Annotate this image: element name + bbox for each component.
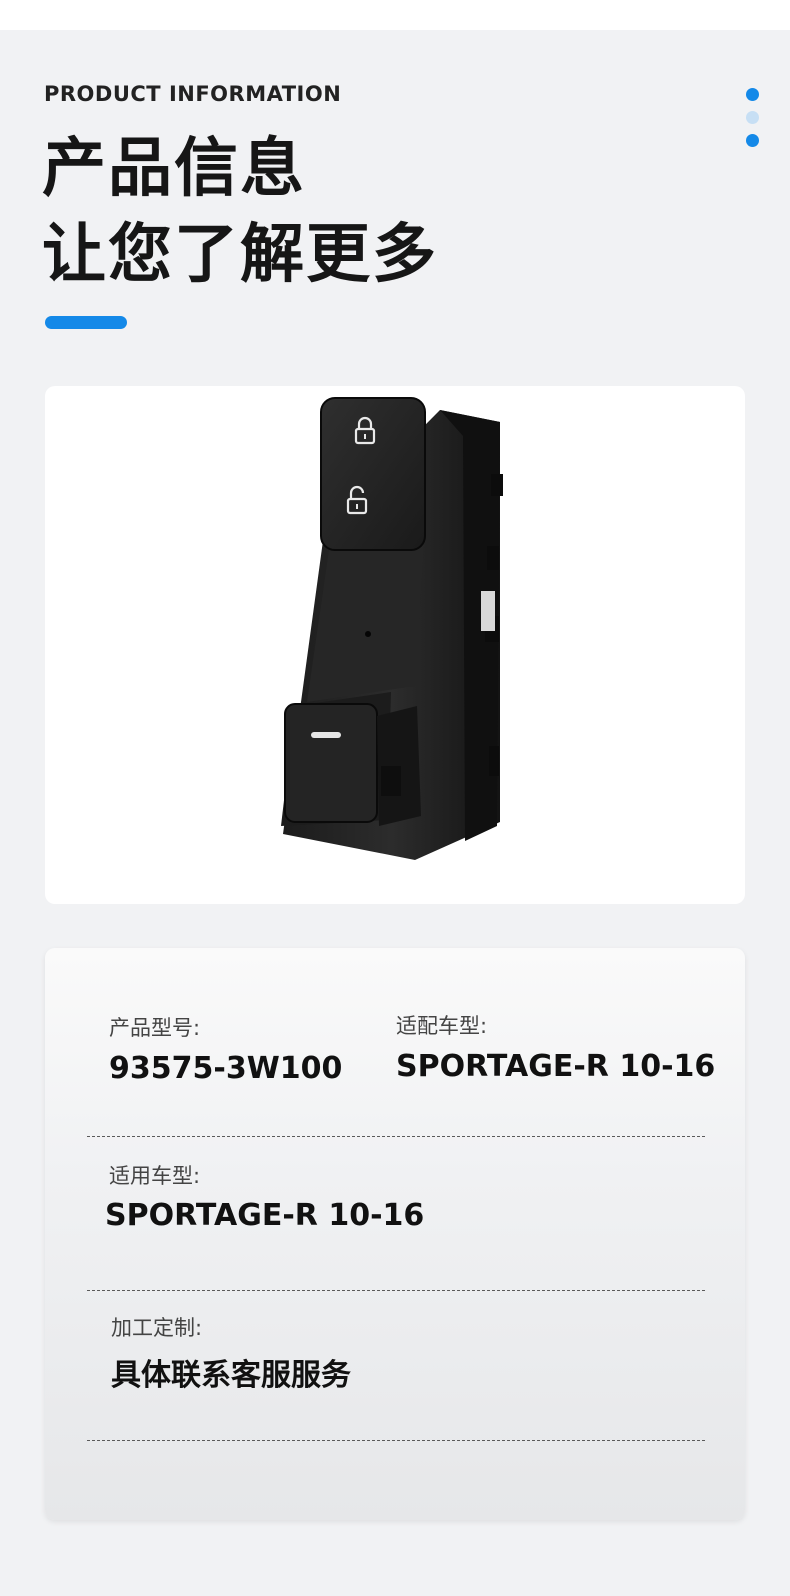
divider (87, 1290, 705, 1291)
apply-label: 适用车型: (109, 1164, 201, 1188)
model-value: 93575-3W100 (109, 1051, 343, 1086)
pager-dot[interactable] (746, 134, 759, 147)
page-title-line-2: 让您了解更多 (42, 218, 438, 292)
page-title-line-1: 产品信息 (42, 132, 306, 206)
divider (87, 1136, 705, 1137)
product-photo (281, 397, 503, 860)
pager-dot[interactable] (746, 88, 759, 101)
section-eyebrow: PRODUCT INFORMATION (44, 82, 342, 106)
pager-dots (746, 88, 760, 157)
custom-label: 加工定制: (111, 1316, 203, 1340)
pager-dot[interactable] (746, 111, 759, 124)
fit-value: SPORTAGE-R 10-16 (396, 1049, 716, 1084)
divider (87, 1440, 705, 1441)
title-accent-bar (45, 316, 127, 329)
fit-label: 适配车型: (396, 1014, 488, 1038)
product-image-card (45, 386, 745, 904)
model-label: 产品型号: (109, 1016, 201, 1040)
product-info-card: 产品型号: 93575-3W100 适配车型: SPORTAGE-R 10-16… (45, 948, 745, 1520)
custom-value: 具体联系客服服务 (111, 1358, 351, 1393)
apply-value: SPORTAGE-R 10-16 (105, 1198, 425, 1233)
